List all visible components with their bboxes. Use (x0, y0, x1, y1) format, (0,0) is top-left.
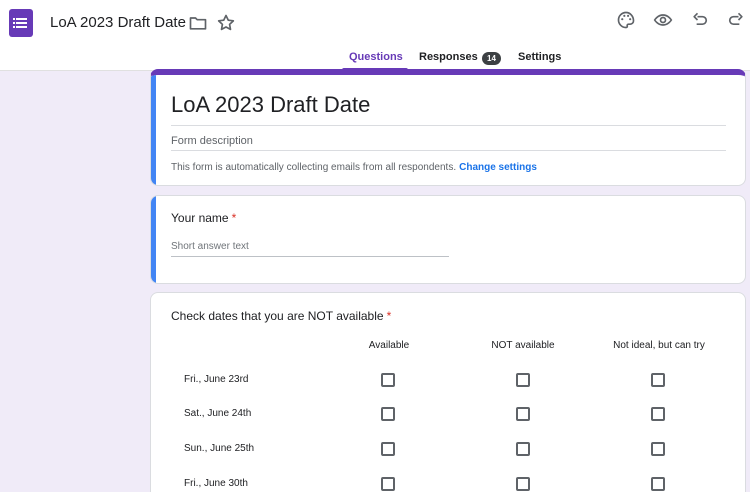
grid-column-header: Available (368, 340, 410, 351)
grid-checkbox[interactable] (516, 477, 530, 491)
question-title: Your name * (171, 211, 236, 225)
required-asterisk: * (231, 211, 237, 225)
grid-checkbox[interactable] (516, 373, 530, 387)
grid-checkbox[interactable] (516, 407, 530, 421)
title-underline (171, 125, 726, 126)
forms-app-icon[interactable] (9, 9, 33, 37)
grid-column-header: Not ideal, but can try (613, 340, 705, 351)
folder-icon[interactable] (188, 13, 208, 33)
description-underline (171, 150, 726, 151)
palette-icon[interactable] (616, 10, 636, 30)
grid-row-label: Sat., June 24th (184, 408, 252, 419)
question-title-text: Check dates that you are NOT available (171, 309, 384, 323)
undo-icon[interactable] (690, 10, 710, 30)
question-card-dates[interactable]: Check dates that you are NOT available * … (150, 292, 746, 492)
question-title-text: Your name (171, 211, 229, 225)
short-answer-underline (171, 256, 449, 257)
grid-checkbox[interactable] (516, 442, 530, 456)
document-title[interactable]: LoA 2023 Draft Date (50, 14, 186, 31)
tab-questions[interactable]: Questions (349, 51, 403, 63)
grid-checkbox[interactable] (381, 477, 395, 491)
required-asterisk: * (386, 309, 392, 323)
star-icon[interactable] (216, 13, 236, 33)
grid-checkbox[interactable] (651, 373, 665, 387)
redo-icon[interactable] (726, 10, 746, 30)
tab-responses[interactable]: Responses (419, 51, 478, 63)
form-title-card[interactable]: LoA 2023 Draft Date Form description Thi… (150, 69, 746, 186)
grid-checkbox[interactable] (381, 373, 395, 387)
short-answer-placeholder: Short answer text (171, 241, 249, 252)
responses-count-badge: 14 (482, 52, 501, 65)
grid-checkbox[interactable] (651, 407, 665, 421)
form-description-field[interactable]: Form description (171, 135, 253, 147)
grid-checkbox[interactable] (651, 442, 665, 456)
grid-column-header: NOT available (491, 340, 555, 351)
form-title[interactable]: LoA 2023 Draft Date (171, 92, 370, 118)
eye-icon[interactable] (653, 10, 673, 30)
form-tabs: Questions Responses Settings (0, 46, 750, 71)
grid-checkbox[interactable] (381, 442, 395, 456)
collect-note-text: This form is automatically collecting em… (171, 162, 457, 173)
tab-settings[interactable]: Settings (518, 51, 561, 63)
app-header: LoA 2023 Draft Date Questions Responses … (0, 0, 750, 71)
change-settings-link[interactable]: Change settings (459, 162, 537, 173)
grid-row-label: Sun., June 25th (184, 443, 255, 454)
grid-row-label: Fri., June 23rd (184, 374, 249, 385)
question-title: Check dates that you are NOT available * (171, 309, 391, 323)
grid-checkbox[interactable] (381, 407, 395, 421)
grid-row-label: Fri., June 30th (184, 478, 248, 489)
email-collection-note: This form is automatically collecting em… (171, 162, 537, 173)
grid-checkbox[interactable] (651, 477, 665, 491)
question-card-name[interactable]: Your name * Short answer text (150, 195, 746, 284)
